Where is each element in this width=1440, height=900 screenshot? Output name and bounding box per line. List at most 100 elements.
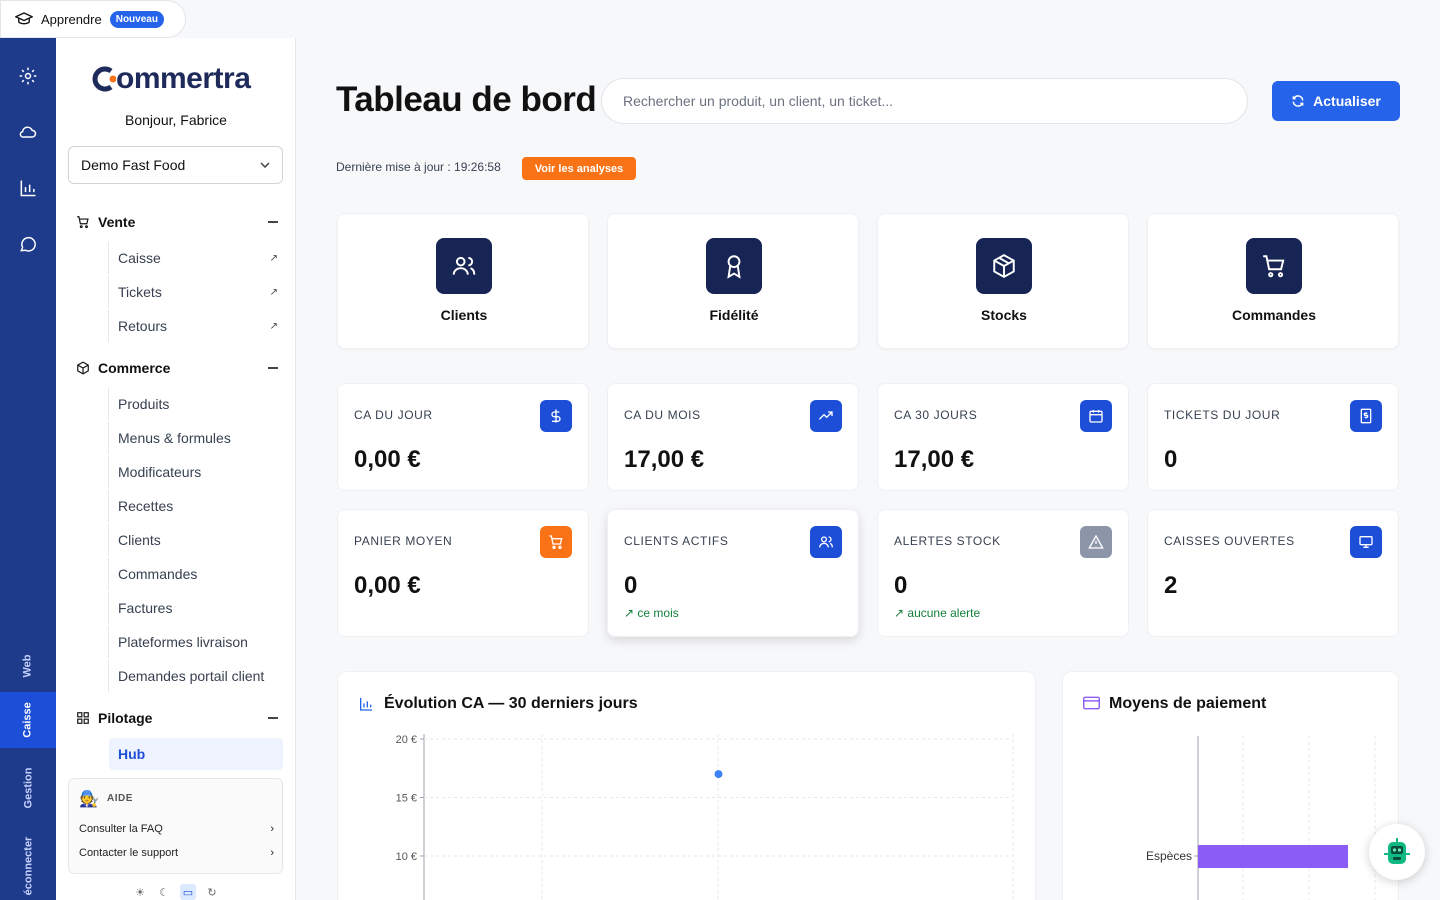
y-tick-label: 15 € — [396, 793, 417, 805]
category-label: Espèces — [1146, 849, 1192, 863]
nav-demandes-portail[interactable]: Demandes portail client — [108, 660, 282, 692]
section-commerce[interactable]: Commerce — [76, 360, 278, 376]
external-arrow-icon: ↗ — [269, 286, 278, 298]
graduation-cap-icon — [15, 12, 33, 25]
payments-chart-panel: Moyens de paiement Espèces — [1062, 671, 1399, 900]
arrow-up-right-icon: ↗ — [894, 606, 905, 620]
sun-icon[interactable]: ☀ — [132, 884, 148, 900]
rail-tab-caisse[interactable]: Caisse — [0, 692, 56, 748]
section-vente[interactable]: Vente — [76, 214, 278, 230]
chat-icon[interactable] — [16, 232, 40, 256]
cart-icon — [77, 216, 89, 229]
refresh-button[interactable]: Actualiser — [1272, 81, 1400, 121]
rail-tab-deconnecter[interactable]: éconnecter — [0, 832, 56, 900]
robot-icon — [1384, 838, 1410, 864]
y-tick-label: 20 € — [396, 734, 417, 746]
refresh-icon[interactable]: ↻ — [204, 884, 220, 900]
monitor-icon — [1350, 526, 1382, 558]
nav-commandes[interactable]: Commandes — [108, 558, 282, 590]
calendar-icon — [1080, 400, 1112, 432]
nav-retours[interactable]: Retours ↗ — [108, 310, 282, 342]
warning-icon — [1080, 526, 1112, 558]
users-icon — [436, 238, 492, 294]
award-icon — [706, 238, 762, 294]
revenue-chart-panel: Évolution CA — 30 derniers jours 20 €15 … — [337, 671, 1036, 900]
support-agent-icon: 🧑‍🔧 — [79, 791, 99, 808]
store-select[interactable]: Demo Fast Food — [68, 146, 283, 184]
box-icon — [976, 238, 1032, 294]
dollar-icon — [540, 400, 572, 432]
nav-hub[interactable]: Hub — [109, 738, 283, 770]
theme-switcher: ☀ ☾ ▭ ↻ — [132, 884, 220, 900]
collapse-icon[interactable] — [268, 367, 278, 369]
page-title: Tableau de bord — [336, 80, 597, 119]
chevron-right-icon: › — [270, 823, 274, 835]
box-icon — [77, 361, 89, 375]
logo-c-mark — [92, 66, 116, 92]
data-point — [714, 770, 723, 779]
stat-alertes-stock: ALERTES STOCK 0 ↗ aucune alerte — [877, 509, 1129, 637]
revenue-chart: 20 € 15 € 10 € — [396, 734, 1014, 900]
brand-logo[interactable]: ommertra — [90, 62, 251, 96]
chevron-down-icon — [260, 162, 270, 168]
users-icon — [810, 526, 842, 558]
quick-stocks[interactable]: Stocks — [877, 213, 1129, 349]
external-arrow-icon: ↗ — [269, 320, 278, 332]
nav-produits[interactable]: Produits — [108, 388, 282, 420]
chevron-right-icon: › — [270, 847, 274, 859]
grid-icon — [77, 712, 89, 724]
receipt-icon — [1350, 400, 1382, 432]
last-update: Dernière mise à jour : 19:26:58 — [336, 160, 501, 174]
greeting: Bonjour, Fabrice — [125, 112, 227, 128]
quick-fidelite[interactable]: Fidélité — [607, 213, 859, 349]
learn-label: Apprendre — [41, 11, 102, 27]
stat-clients-actifs: CLIENTS ACTIFS 0 ↗ ce mois — [607, 509, 859, 637]
stat-ca-mois: CA DU MOIS 17,00 € — [607, 383, 859, 491]
stat-ca-jour: CA DU JOUR 0,00 € — [337, 383, 589, 491]
faq-link[interactable]: Consulter la FAQ › — [79, 823, 274, 835]
nav-factures[interactable]: Factures — [108, 592, 282, 624]
trend-up-icon — [810, 400, 842, 432]
rail-tab-web[interactable]: Web — [0, 638, 56, 694]
stat-ca-30-jours: CA 30 JOURS 17,00 € — [877, 383, 1129, 491]
collapse-icon[interactable] — [268, 717, 278, 719]
nav-plateformes[interactable]: Plateformes livraison — [108, 626, 282, 658]
stat-sub: ↗ ce mois — [624, 606, 679, 620]
stat-panier-moyen: PANIER MOYEN 0,00 € — [337, 509, 589, 637]
quick-clients[interactable]: Clients — [337, 213, 589, 349]
rail-tab-gestion[interactable]: Gestion — [0, 756, 56, 820]
quick-commandes[interactable]: Commandes — [1147, 213, 1399, 349]
help-box: 🧑‍🔧 AIDE Consulter la FAQ › Contacter le … — [68, 778, 283, 874]
monitor-icon[interactable]: ▭ — [180, 884, 196, 900]
nav-tickets[interactable]: Tickets ↗ — [108, 276, 282, 308]
cloud-icon[interactable] — [16, 120, 40, 144]
collapse-icon[interactable] — [268, 221, 278, 223]
stat-caisses-ouvertes: CAISSES OUVERTES 2 — [1147, 509, 1399, 637]
refresh-icon — [1292, 95, 1304, 107]
nav-menus[interactable]: Menus & formules — [108, 422, 282, 454]
cart-icon — [1246, 238, 1302, 294]
app-rail: Web Caisse Gestion éconnecter — [0, 38, 56, 900]
stat-tickets-jour: TICKETS DU JOUR 0 — [1147, 383, 1399, 491]
nav-recettes[interactable]: Recettes — [108, 490, 282, 522]
moon-icon[interactable]: ☾ — [156, 884, 172, 900]
payments-chart: Espèces — [1146, 736, 1376, 900]
arrow-up-right-icon: ↗ — [624, 606, 635, 620]
external-arrow-icon: ↗ — [269, 252, 278, 264]
sidebar: ommertra Bonjour, Fabrice Demo Fast Food… — [56, 38, 296, 900]
nav-caisse[interactable]: Caisse ↗ — [108, 242, 282, 274]
cart-icon — [540, 526, 572, 558]
nav-clients[interactable]: Clients — [108, 524, 282, 556]
stat-sub: ↗ aucune alerte — [894, 606, 981, 620]
section-pilotage[interactable]: Pilotage — [76, 710, 278, 726]
learn-button[interactable]: Apprendre Nouveau — [0, 0, 186, 38]
gear-icon[interactable] — [16, 64, 40, 88]
search-input[interactable] — [601, 78, 1248, 124]
bar — [1198, 845, 1348, 868]
assistant-bot-button[interactable] — [1369, 824, 1425, 880]
view-analyses-button[interactable]: Voir les analyses — [522, 157, 636, 180]
support-link[interactable]: Contacter le support › — [79, 847, 274, 859]
new-badge: Nouveau — [109, 10, 164, 28]
chart-icon[interactable] — [16, 176, 40, 200]
nav-modificateurs[interactable]: Modificateurs — [108, 456, 282, 488]
